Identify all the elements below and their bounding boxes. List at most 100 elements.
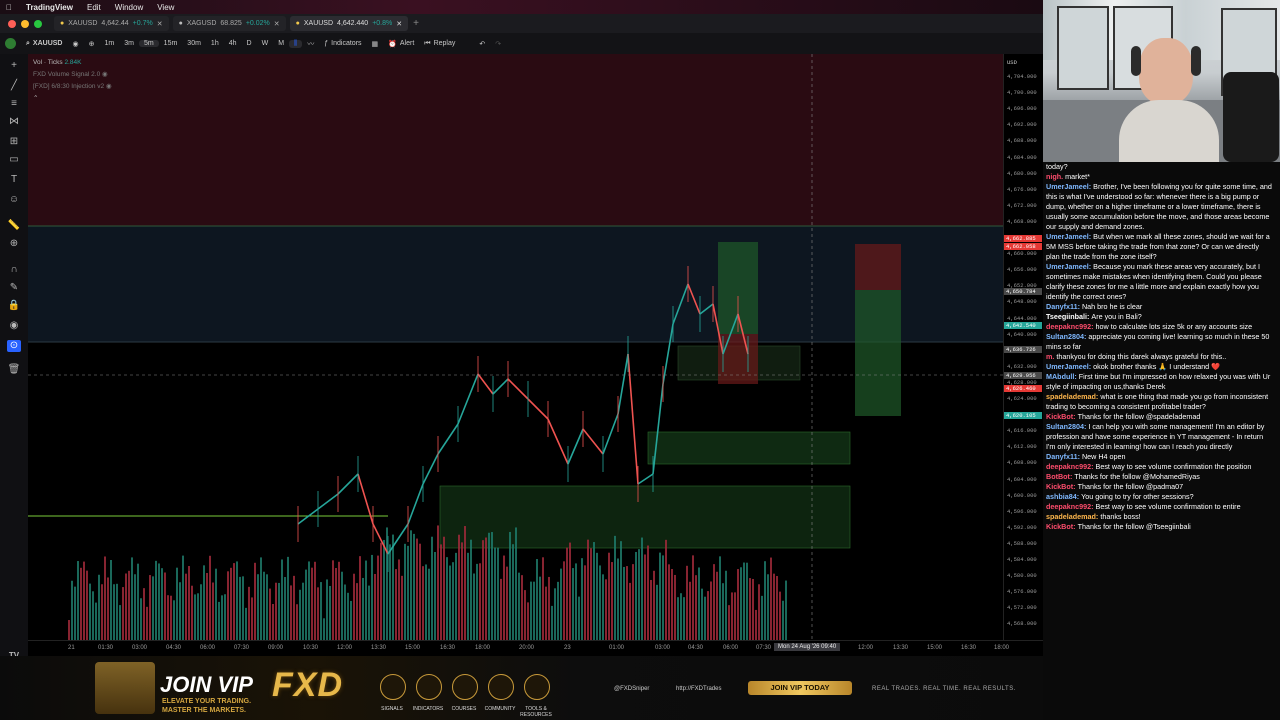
volume-bar [356,583,358,640]
interval-1m[interactable]: 1m [99,40,119,47]
chat-username[interactable]: KickBot: [1046,482,1078,491]
volume-legend[interactable]: Vol · Ticks 2.84K [33,59,112,66]
interval-5m[interactable]: 5m [138,40,159,47]
chat-username[interactable]: MAbdull: [1046,372,1079,381]
interval-1h[interactable]: 1h [206,40,224,47]
zoom-window-button[interactable] [34,19,42,28]
chat-username[interactable]: UmerJameel: [1046,362,1093,371]
symbol-label: XAUUSD [32,40,63,47]
interval-m[interactable]: M [273,40,289,47]
chat-username[interactable]: KickBot: [1046,522,1078,531]
chat-username[interactable]: Sultan2804: [1046,332,1088,341]
close-window-button[interactable] [8,19,16,28]
compare-icon[interactable]: ⊕ [84,40,100,48]
volume-bar [239,576,241,640]
magnet-icon[interactable]: ∩ [7,264,21,276]
tab-xagusd[interactable]: ● XAGUSD 68.825 +0.02% ✕ [172,16,286,31]
chat-username[interactable]: BotBot: [1046,472,1074,481]
pattern-icon[interactable]: ⋈ [7,116,21,128]
alert-button[interactable]: ⏰ Alert [383,40,419,48]
chat-username[interactable]: UmerJameel: [1046,232,1093,241]
volume-bar [500,578,502,640]
gold-icon: ● [295,20,300,27]
chat-username[interactable]: ashbia84: [1046,492,1081,501]
time-axis[interactable]: 21 01:30 03:00 04:30 06:00 07:30 09:00 10:30 12:… [28,640,1043,657]
chat-username[interactable]: m. [1046,352,1056,361]
ruler-icon[interactable]: 📏 [7,220,21,232]
chart-canvas[interactable] [28,54,1003,640]
pencil-lock-icon[interactable]: ✎ [7,282,21,294]
interval-30m[interactable]: 30m [182,40,206,47]
eye-icon[interactable]: ◉ [102,71,108,78]
undo-icon[interactable]: ↶ [474,40,490,48]
price-axis[interactable]: USD 4,704.000 4,700.000 4,696.000 4,692.000… [1003,54,1044,640]
lock-icon[interactable]: 🔒 [7,300,21,312]
chat-username[interactable]: spadelademad: [1046,512,1100,521]
chat-username[interactable]: deepaknc992: [1046,462,1096,471]
shapes-icon[interactable]: ▭ [7,154,21,166]
interval-d[interactable]: D [242,40,257,47]
interval-15m[interactable]: 15m [159,40,183,47]
candles-icon[interactable]: ⫼ [289,39,303,48]
layouts-icon[interactable]: ▦ [367,40,384,48]
indicator-legend-2[interactable]: [FXD] 6/8:30 Injection v2 ◉ [33,82,112,90]
indicators-button[interactable]: ƒ Indicators [319,40,366,47]
price-tick-label: 4,568.000 [1007,620,1037,628]
interval-4h[interactable]: 4h [224,40,242,47]
account-avatar[interactable] [0,38,21,49]
forecast-icon[interactable]: ⊞ [7,136,21,148]
eye-icon[interactable]: ◉ [7,320,21,332]
close-tab-icon[interactable]: ✕ [274,20,280,28]
tab-xauusd-2[interactable]: ● XAUUSD 4,642.440 +0.8% ✕ [289,16,409,31]
eye-icon[interactable]: ◉ [106,83,112,90]
chat-username[interactable]: deepaknc992: [1046,322,1096,331]
sync-icon[interactable]: ⊙ [7,340,21,352]
chat-username[interactable]: Danyfx11: [1046,452,1082,461]
menu-window[interactable]: Window [115,3,143,12]
price-tick-label: 4,644.000 [1007,314,1037,322]
chat-username[interactable]: UmerJameel: [1046,182,1093,191]
minimize-window-button[interactable] [21,19,29,28]
price-chart[interactable] [28,54,1003,640]
menu-app-name[interactable]: TradingView [26,3,73,12]
chat-username[interactable]: Sultan2804: [1046,422,1088,431]
icons-icon[interactable]: ☺ [7,194,21,206]
chat-username[interactable]: UmerJameel: [1046,262,1093,271]
join-vip-today-button[interactable]: JOIN VIP TODAY [748,681,852,695]
volume-bar [170,595,172,640]
interval-w[interactable]: W [257,40,274,47]
currency-label[interactable]: USD [1007,59,1017,66]
volume-bar [227,571,229,640]
time-tick-label: 12:00 [858,645,874,651]
trendline-icon[interactable]: ╱ [7,80,21,92]
chat-username[interactable]: deepaknc992: [1046,502,1096,511]
replay-button[interactable]: ⏮ Replay [419,40,460,48]
menu-edit[interactable]: Edit [87,3,101,12]
chat-username[interactable]: Tseegiinbali: [1046,312,1091,321]
zoom-icon[interactable]: ⊕ [7,238,21,250]
tab-xauusd-1[interactable]: ● XAUUSD 4,642.44 +0.7% ✕ [54,16,169,31]
indicator-legend-1[interactable]: FXD Volume Signal 2.0 ◉ [33,70,112,78]
chat-username[interactable]: Danyfx11: [1046,302,1082,311]
chat-username[interactable]: KickBot: [1046,412,1078,421]
interval-3m[interactable]: 3m [119,40,139,47]
fib-icon[interactable]: ≡ [7,98,21,110]
menu-view[interactable]: View [157,3,174,12]
crosshair-icon[interactable]: + [7,60,21,72]
redo-icon[interactable]: ↷ [490,40,506,48]
apple-icon[interactable]:  [6,3,12,12]
tools-label: TOOLS & RESOURCES [520,706,552,718]
visibility-icon[interactable]: ◉ [67,40,83,48]
close-tab-icon[interactable]: ✕ [157,20,163,28]
chat-username[interactable]: spadelademad: [1046,392,1100,401]
chat-username[interactable]: nigh. [1046,172,1065,181]
line-style-icon[interactable]: 〰 [302,39,319,49]
collapse-legend-icon[interactable]: ⌃ [33,94,112,102]
trash-icon[interactable]: 🗑 [7,364,21,376]
price-tick-label: 4,668.000 [1007,217,1037,225]
text-icon[interactable]: T [7,174,21,186]
volume-bar [764,561,766,640]
symbol-search[interactable]: ⌕ XAUUSD [21,40,67,48]
new-tab-icon[interactable]: + [408,18,424,29]
close-tab-icon[interactable]: ✕ [396,20,402,28]
